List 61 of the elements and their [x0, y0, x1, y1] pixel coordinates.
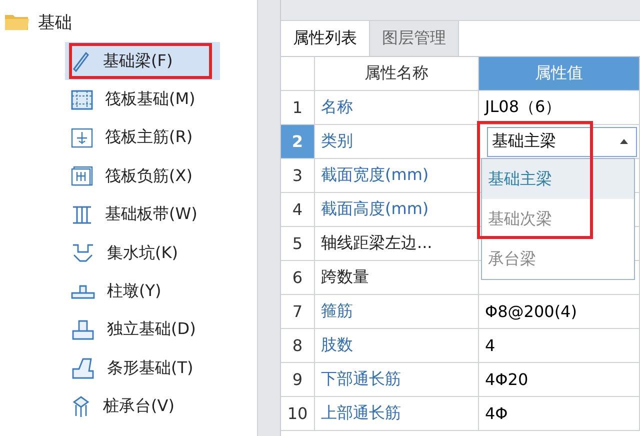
tree-item[interactable]: 柱墩(Y)	[65, 272, 220, 311]
property-name: 下部通长筋	[315, 363, 479, 397]
tree-item[interactable]: 独立基础(D)	[65, 310, 220, 350]
tree-item[interactable]: 桩承台(V)	[65, 388, 220, 426]
double-plate-icon	[71, 166, 93, 186]
tree-item[interactable]: 筏板负筋(X)	[65, 157, 220, 196]
property-name: 截面高度(mm)	[315, 193, 479, 227]
property-name: 类别	[315, 125, 479, 159]
stepped-footing-icon	[71, 357, 95, 380]
property-name: 箍筋	[315, 295, 479, 329]
row-number: 4	[281, 193, 315, 227]
property-value: Φ8@200(4)	[479, 295, 640, 329]
item-label: 条形基础(T)	[107, 358, 194, 379]
pier-icon	[71, 284, 95, 300]
property-value: 4Φ	[479, 397, 640, 431]
category-dropdown[interactable]: 基础主梁	[487, 126, 637, 156]
tree-label[interactable]: 基础	[38, 10, 72, 34]
row-number: 2	[281, 125, 315, 159]
tree-item[interactable]: 基础板带(W)	[65, 196, 220, 234]
row-number: 8	[281, 329, 315, 363]
columns-icon	[71, 204, 93, 225]
footing-icon	[71, 318, 95, 341]
property-name: 肢数	[315, 329, 479, 363]
pile-cap-icon	[71, 396, 91, 418]
property-name: 名称	[315, 91, 479, 125]
row-number: 5	[281, 227, 315, 261]
item-label: 桩承台(V)	[103, 396, 174, 418]
item-label: 独立基础(D)	[107, 319, 196, 340]
tree-item[interactable]: 基础梁(F)	[65, 42, 220, 80]
tree-item[interactable]: 筏板主筋(R)	[65, 118, 220, 158]
item-label: 筏板基础(M)	[105, 89, 196, 110]
item-label: 基础板带(W)	[105, 204, 198, 226]
pit-icon	[71, 243, 95, 264]
item-label: 集水坑(K)	[107, 242, 178, 264]
row-number: 6	[281, 261, 315, 295]
tree-item[interactable]: 筏板基础(M)	[65, 80, 220, 119]
property-name: 跨数量	[315, 261, 479, 295]
raft-icon	[71, 90, 93, 110]
item-label: 筏板负筋(X)	[105, 166, 192, 187]
row-number: 1	[281, 91, 315, 125]
item-label: 基础梁(F)	[103, 50, 173, 72]
row-number: 9	[281, 363, 315, 397]
column-header[interactable]: 属性名称	[315, 57, 479, 91]
property-value: 4Φ20	[479, 363, 640, 397]
property-name: 上部通长筋	[315, 397, 479, 431]
property-value: 4	[479, 329, 640, 363]
row-number: 3	[281, 159, 315, 193]
dropdown-option[interactable]: 基础主梁	[482, 159, 634, 199]
grid-plate-icon	[71, 128, 93, 148]
property-name: 轴线距梁左边...	[315, 227, 479, 261]
beam-icon	[71, 50, 91, 72]
row-number: 7	[281, 295, 315, 329]
row-number: 10	[281, 397, 315, 431]
property-value: JL08（6）	[479, 91, 640, 125]
caret-icon	[620, 139, 628, 144]
tree-item[interactable]: 集水坑(K)	[65, 234, 220, 272]
tab[interactable]: 图层管理	[370, 21, 459, 56]
item-label: 筏板主筋(R)	[105, 127, 193, 148]
tree-item[interactable]: 条形基础(T)	[65, 349, 220, 388]
property-name: 截面宽度(mm)	[315, 159, 479, 193]
item-label: 柱墩(Y)	[107, 281, 162, 302]
